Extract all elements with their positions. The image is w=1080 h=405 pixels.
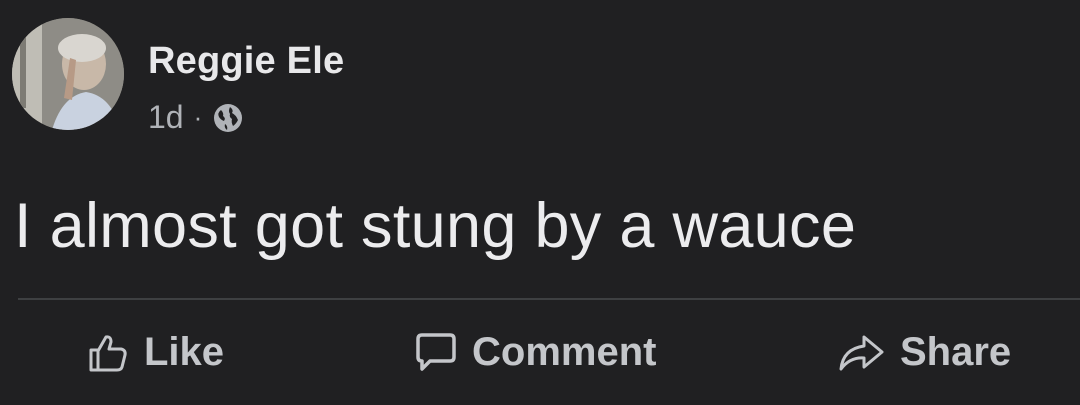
avatar-photo <box>12 18 124 130</box>
post-header: Reggie Ele 1d · <box>12 18 344 136</box>
separator-dot: · <box>193 102 203 132</box>
author-name[interactable]: Reggie Ele <box>148 40 344 83</box>
avatar[interactable] <box>12 18 124 130</box>
like-label: Like <box>144 330 225 374</box>
post-actions: Like Comment Share <box>0 330 1080 390</box>
post-card: Reggie Ele 1d · I almost got stung by a … <box>0 0 1080 405</box>
post-subline: 1d · <box>148 99 344 136</box>
post-meta: Reggie Ele 1d · <box>148 40 344 136</box>
thumbs-up-icon <box>89 334 127 371</box>
post-message: I almost got stung by a wauce <box>14 191 857 261</box>
post-timestamp[interactable]: 1d <box>148 99 184 136</box>
share-button[interactable]: Share <box>836 330 1011 375</box>
divider <box>18 298 1080 300</box>
share-label: Share <box>900 330 1012 374</box>
comment-button[interactable]: Comment <box>412 330 656 375</box>
like-button[interactable]: Like <box>86 330 224 375</box>
share-arrow-icon <box>839 335 884 370</box>
comment-icon <box>416 332 456 371</box>
comment-label: Comment <box>472 330 657 374</box>
globe-icon[interactable] <box>212 102 244 134</box>
